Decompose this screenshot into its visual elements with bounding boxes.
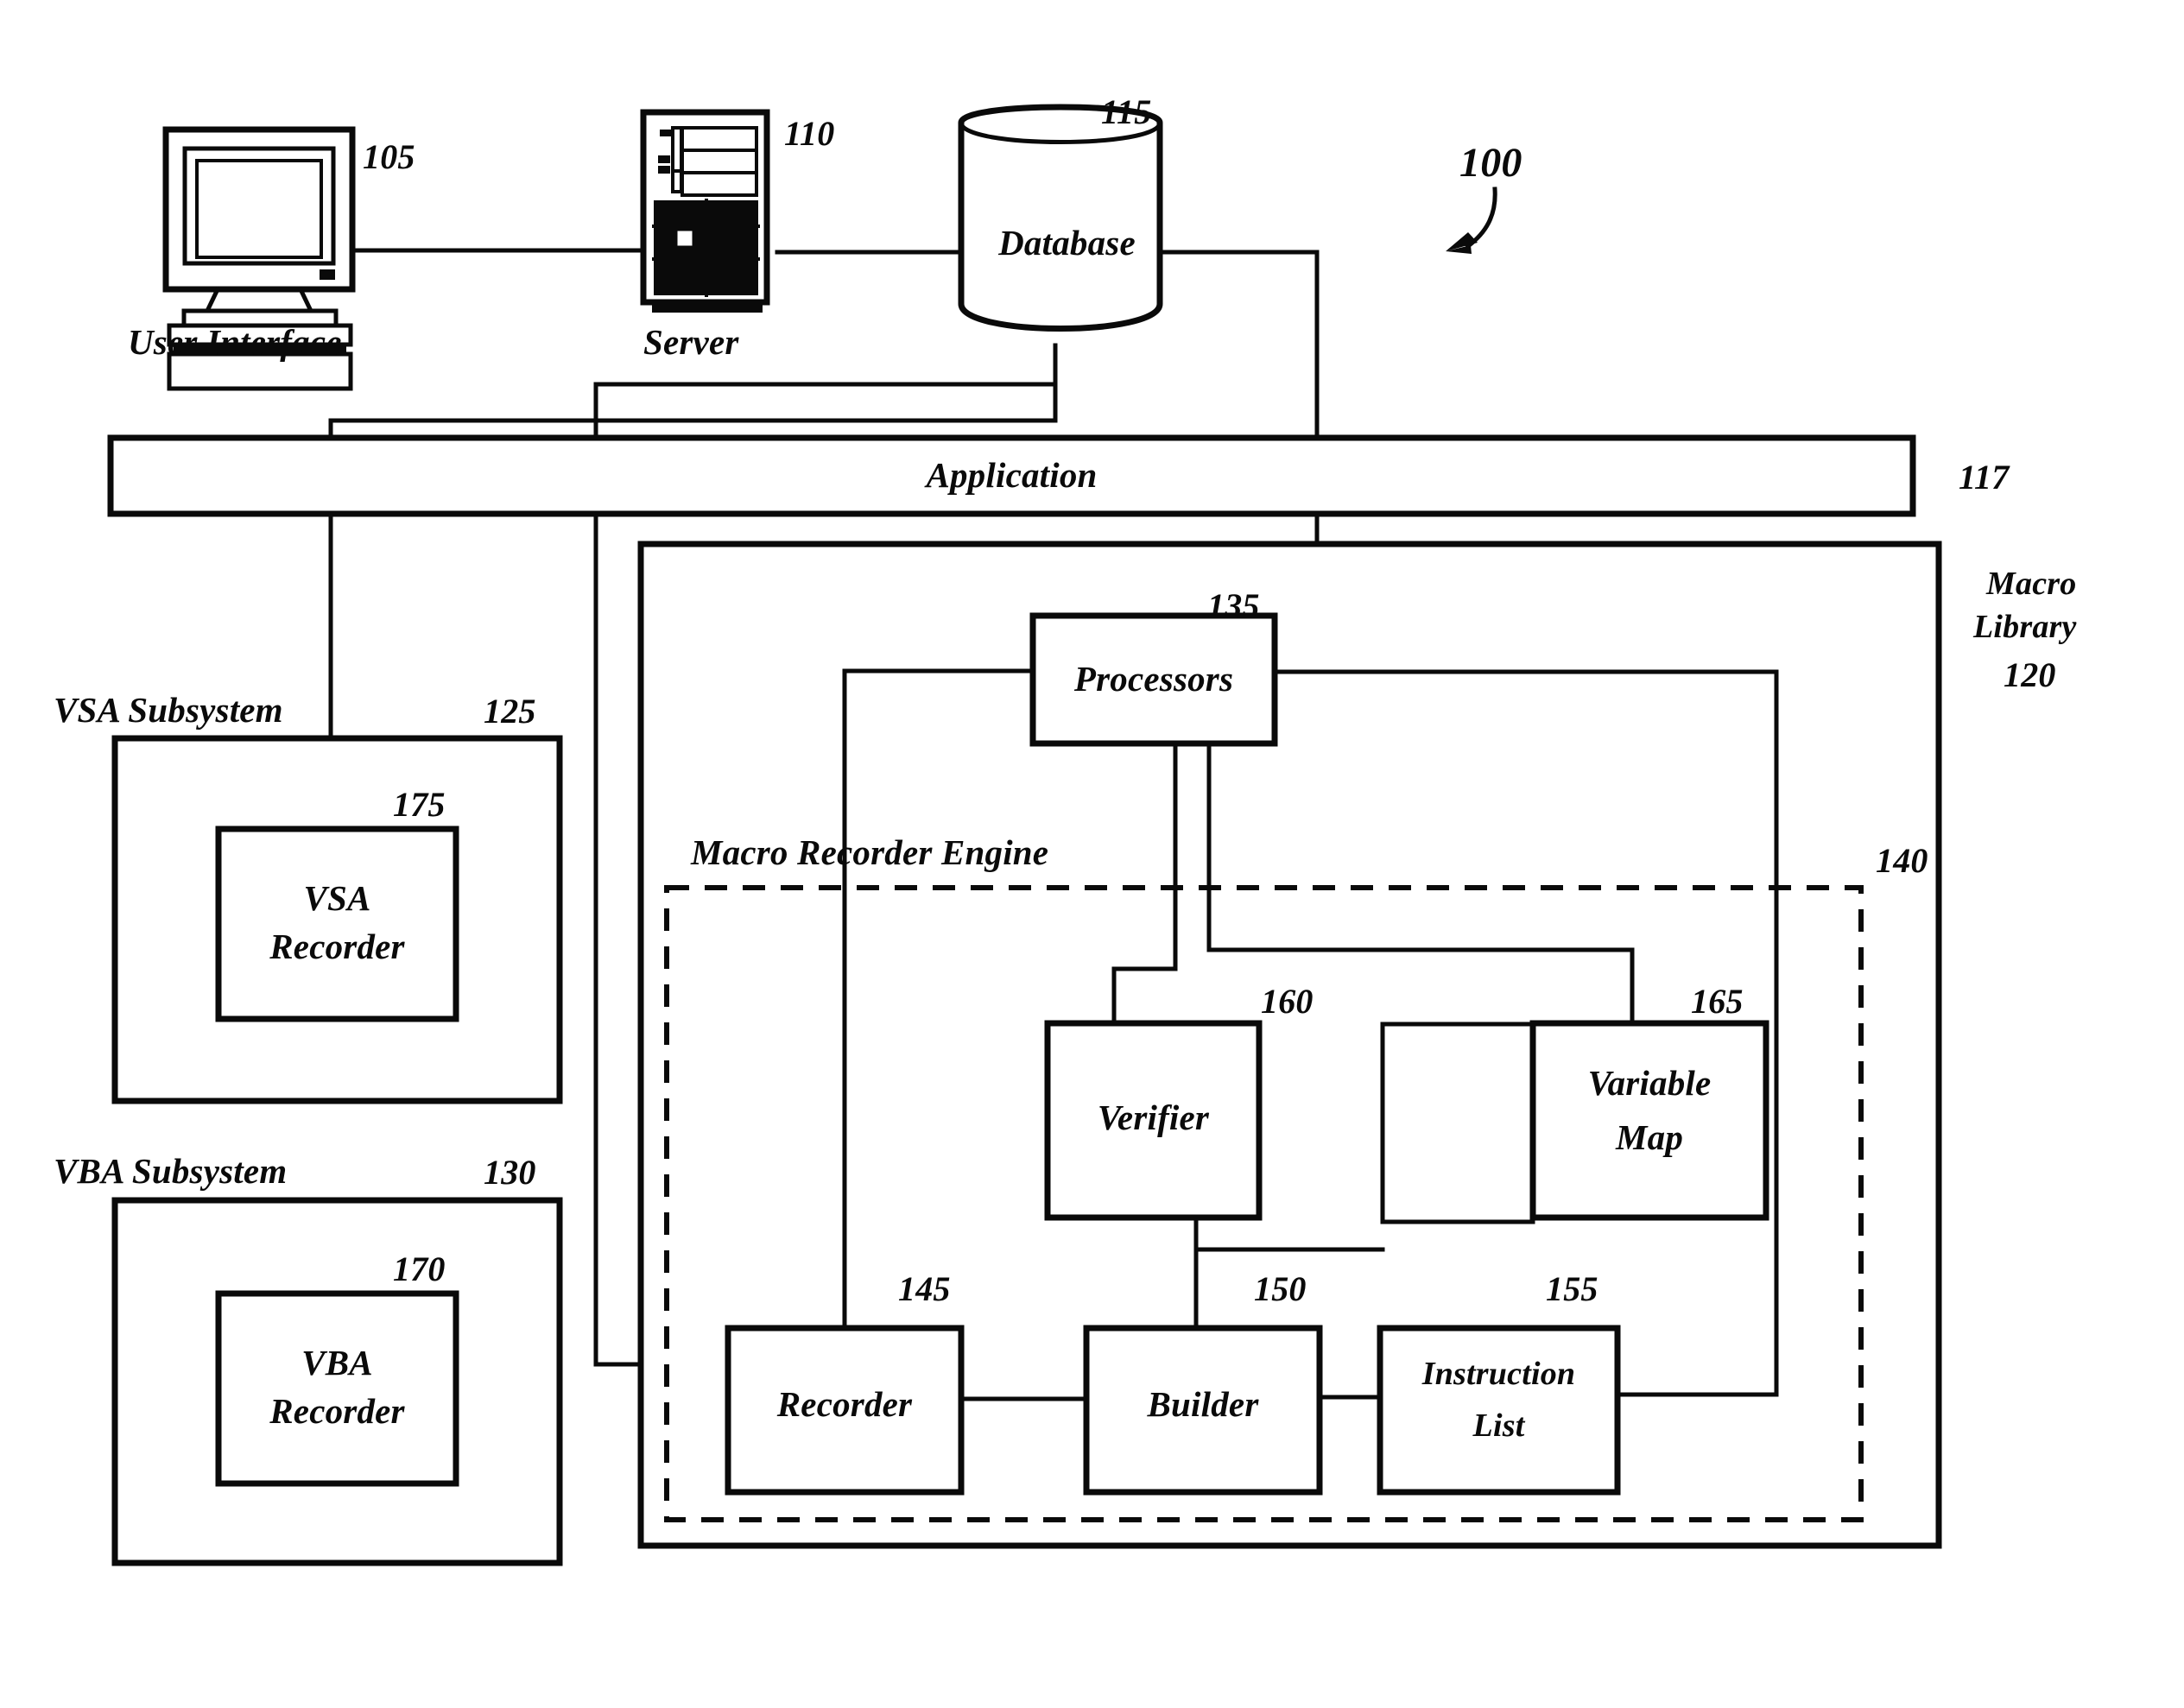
ref-165: 165 bbox=[1691, 982, 1744, 1021]
label-processors: Processors bbox=[1073, 659, 1234, 699]
label-macro-library-line2: Library bbox=[1973, 609, 2077, 645]
ref-140: 140 bbox=[1876, 841, 1928, 880]
label-vba-subsystem: VBA Subsystem bbox=[54, 1151, 288, 1191]
figure-ref-arrow bbox=[1446, 187, 1497, 254]
ref-117: 117 bbox=[1959, 458, 2010, 497]
ref-125: 125 bbox=[484, 692, 536, 731]
ref-150: 150 bbox=[1254, 1269, 1307, 1308]
label-variable-map-line2: Map bbox=[1615, 1117, 1684, 1157]
ref-115: 115 bbox=[1101, 92, 1152, 131]
server-tower-icon bbox=[640, 109, 770, 313]
link-application-to-vba bbox=[593, 511, 643, 1367]
label-instruction-list-line2: List bbox=[1472, 1408, 1525, 1444]
ref-135: 135 bbox=[1207, 586, 1260, 625]
ref-155: 155 bbox=[1546, 1269, 1598, 1308]
link-processors-to-verifier bbox=[1111, 741, 1178, 1026]
label-vba-recorder-line1: VBA bbox=[301, 1343, 373, 1382]
link-processors-to-recorder bbox=[842, 668, 1035, 1331]
label-recorder: Recorder bbox=[776, 1384, 913, 1424]
vsa-subsystem-box bbox=[111, 735, 563, 1104]
label-vba-recorder-line2: Recorder bbox=[269, 1391, 405, 1431]
ref-175: 175 bbox=[393, 785, 446, 824]
label-macro-library-line1: Macro bbox=[1986, 566, 2077, 602]
ref-130: 130 bbox=[484, 1153, 536, 1192]
link-variable-map-to-builder bbox=[1380, 1022, 1535, 1224]
link-database-right-to-application bbox=[1157, 250, 1320, 440]
ref-110: 110 bbox=[784, 114, 835, 153]
ref-160: 160 bbox=[1261, 982, 1314, 1021]
label-vsa-recorder-line1: VSA bbox=[303, 878, 371, 918]
figure-canvas: 105 User Interface 110 Server 115 Databa… bbox=[0, 0, 2184, 1708]
label-server: Server bbox=[643, 322, 739, 362]
label-vsa-subsystem: VSA Subsystem bbox=[54, 690, 283, 730]
label-verifier: Verifier bbox=[1097, 1098, 1210, 1137]
ref-105: 105 bbox=[363, 137, 415, 176]
label-user-interface: User Interface bbox=[128, 322, 342, 362]
ref-170: 170 bbox=[393, 1249, 446, 1288]
label-variable-map-line1: Variable bbox=[1587, 1063, 1712, 1103]
ref-100: 100 bbox=[1459, 140, 1522, 186]
label-vsa-recorder-line2: Recorder bbox=[269, 927, 405, 966]
ref-145: 145 bbox=[898, 1269, 951, 1308]
ref-120: 120 bbox=[2004, 655, 2056, 694]
label-builder: Builder bbox=[1147, 1384, 1259, 1424]
label-macro-recorder-engine: Macro Recorder Engine bbox=[691, 832, 1049, 872]
database-cylinder-icon bbox=[958, 104, 1163, 332]
label-application: Application bbox=[926, 455, 1098, 495]
label-database: Database bbox=[998, 223, 1136, 263]
label-instruction-list-line1: Instruction bbox=[1421, 1356, 1576, 1392]
